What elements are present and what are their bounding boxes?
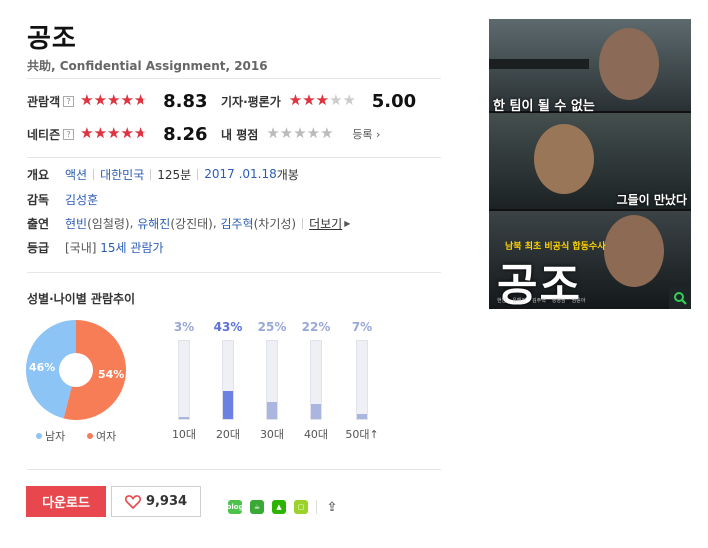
grade-prefix: [국내] bbox=[65, 240, 97, 255]
audience-score: 8.83 bbox=[163, 90, 208, 112]
poster-tagline-mid: 그들이 만났다 bbox=[616, 193, 687, 207]
poster-tagline-top: 한 팀이 될 수 없는 bbox=[493, 99, 595, 114]
my-rating-stars[interactable]: ★★★★★ bbox=[266, 125, 346, 141]
runtime: 125분 bbox=[157, 167, 192, 182]
divider bbox=[27, 157, 441, 158]
netizen-rating-label: 네티즌 bbox=[27, 127, 61, 142]
release-date-link[interactable]: 2017 .01.18 bbox=[204, 167, 277, 181]
grade-key: 등급 bbox=[27, 240, 50, 255]
age-percent: 7% bbox=[351, 320, 373, 334]
age-bar-fill bbox=[357, 414, 367, 419]
help-icon[interactable]: ? bbox=[63, 95, 75, 107]
heart-icon bbox=[124, 494, 141, 509]
overview-row: 개요 액션 대한민국 125분 2017 .01.18 개봉 bbox=[27, 166, 299, 182]
blog-icon[interactable]: blog bbox=[226, 500, 244, 514]
age-percent: 43% bbox=[213, 320, 243, 334]
director-key: 감독 bbox=[27, 192, 50, 207]
age-bar-fill bbox=[267, 402, 277, 419]
cast-link[interactable]: 유해진 bbox=[137, 215, 170, 232]
netizen-rating: 네티즌? ★★★★★ ★★★★★ 8.26 bbox=[27, 123, 208, 145]
like-count: 9,934 bbox=[145, 494, 188, 509]
director-row: 감독 김성훈 bbox=[27, 191, 98, 207]
me-icon[interactable]: ▲ bbox=[272, 500, 286, 514]
release-suffix: 개봉 bbox=[276, 167, 299, 182]
share-icon[interactable]: ⇪ bbox=[325, 500, 339, 515]
critic-stars: ★★★★★★★★★★ bbox=[288, 91, 357, 109]
zoom-icon[interactable] bbox=[669, 287, 691, 309]
divider bbox=[27, 272, 441, 273]
memo-icon[interactable]: ▢ bbox=[294, 500, 308, 514]
movie-title: 공조 bbox=[27, 24, 77, 54]
critic-score: 5.00 bbox=[371, 90, 417, 112]
poster-credits: 현빈 유해진 김주혁 장영남 임윤아 bbox=[497, 298, 586, 304]
cast-more-link[interactable]: 더보기 bbox=[309, 215, 342, 232]
director-link[interactable]: 김성훈 bbox=[65, 191, 98, 208]
age-label: 50대↑ bbox=[345, 428, 379, 441]
age-bar-fill bbox=[179, 416, 189, 419]
audience-rating-label: 관람객 bbox=[27, 94, 61, 109]
male-percent: 46% bbox=[29, 361, 56, 374]
age-bar: 7% 50대↑ bbox=[342, 320, 382, 441]
age-bar: 3% 10대 bbox=[164, 320, 204, 441]
cast-row: 출연 현빈 (임철령), 유해진 (강진태), 김주혁 (차기성) 더보기 ▶ bbox=[27, 215, 351, 232]
my-rating-label: 내 평점 bbox=[221, 127, 259, 142]
age-percent: 3% bbox=[173, 320, 195, 334]
age-percent: 25% bbox=[257, 320, 287, 334]
cast-link[interactable]: 김주혁 bbox=[220, 215, 253, 232]
rating-register-link[interactable]: 등록 › bbox=[352, 126, 380, 142]
gender-donut-chart: 46% 54% bbox=[25, 319, 126, 420]
netizen-score: 8.26 bbox=[163, 123, 208, 145]
age-bar: 43% 20대 bbox=[208, 320, 248, 441]
demographics-title: 성별·나이별 관람추이 bbox=[27, 292, 136, 306]
legend-male: 남자 bbox=[36, 428, 65, 444]
divider bbox=[27, 78, 441, 79]
legend-female: 여자 bbox=[87, 428, 116, 444]
age-label: 10대 bbox=[171, 428, 197, 441]
age-percent: 22% bbox=[301, 320, 331, 334]
divider bbox=[27, 469, 441, 470]
overview-key: 개요 bbox=[27, 167, 50, 182]
like-button[interactable]: 9,934 bbox=[111, 486, 201, 517]
caret-right-icon: ▶ bbox=[344, 218, 351, 228]
age-label: 30대 bbox=[259, 428, 285, 441]
age-bar: 22% 40대 bbox=[296, 320, 336, 441]
country-link[interactable]: 대한민국 bbox=[100, 166, 144, 183]
donut-hole bbox=[59, 353, 93, 387]
audience-stars: ★★★★★ ★★★★★ bbox=[80, 91, 148, 109]
age-bar-fill bbox=[223, 390, 233, 419]
movie-subtitle: 共助, Confidential Assignment, 2016 bbox=[27, 59, 268, 73]
movie-poster[interactable]: 한 팀이 될 수 없는 그들이 만났다 남북 최초 비공식 합동수사 공조 현빈… bbox=[489, 19, 691, 309]
age-bar: 25% 30대 bbox=[252, 320, 292, 441]
audience-rating: 관람객? ★★★★★ ★★★★★ 8.83 bbox=[27, 90, 208, 112]
age-label: 40대 bbox=[303, 428, 329, 441]
my-rating: 내 평점 ★★★★★ 등록 › bbox=[221, 124, 380, 144]
cafe-icon[interactable]: ☕ bbox=[250, 500, 264, 514]
netizen-stars: ★★★★★ ★★★★★ bbox=[80, 124, 148, 142]
critic-rating-label: 기자·평론가 bbox=[221, 94, 281, 109]
cast-link[interactable]: 현빈 bbox=[65, 215, 87, 232]
age-bar-fill bbox=[311, 404, 321, 419]
grade-row: 등급 [국내] 15세 관람가 bbox=[27, 239, 164, 255]
genre-link[interactable]: 액션 bbox=[65, 166, 87, 183]
help-icon[interactable]: ? bbox=[63, 128, 75, 140]
age-label: 20대 bbox=[215, 428, 241, 441]
cast-key: 출연 bbox=[27, 216, 50, 231]
download-button[interactable]: 다운로드 bbox=[26, 486, 106, 517]
share-bar: blog ☕ ▲ ▢ ⇪ bbox=[226, 500, 347, 515]
grade-link[interactable]: 15세 관람가 bbox=[100, 239, 163, 256]
female-percent: 54% bbox=[98, 368, 125, 381]
critic-rating: 기자·평론가 ★★★★★★★★★★ 5.00 bbox=[221, 90, 417, 112]
